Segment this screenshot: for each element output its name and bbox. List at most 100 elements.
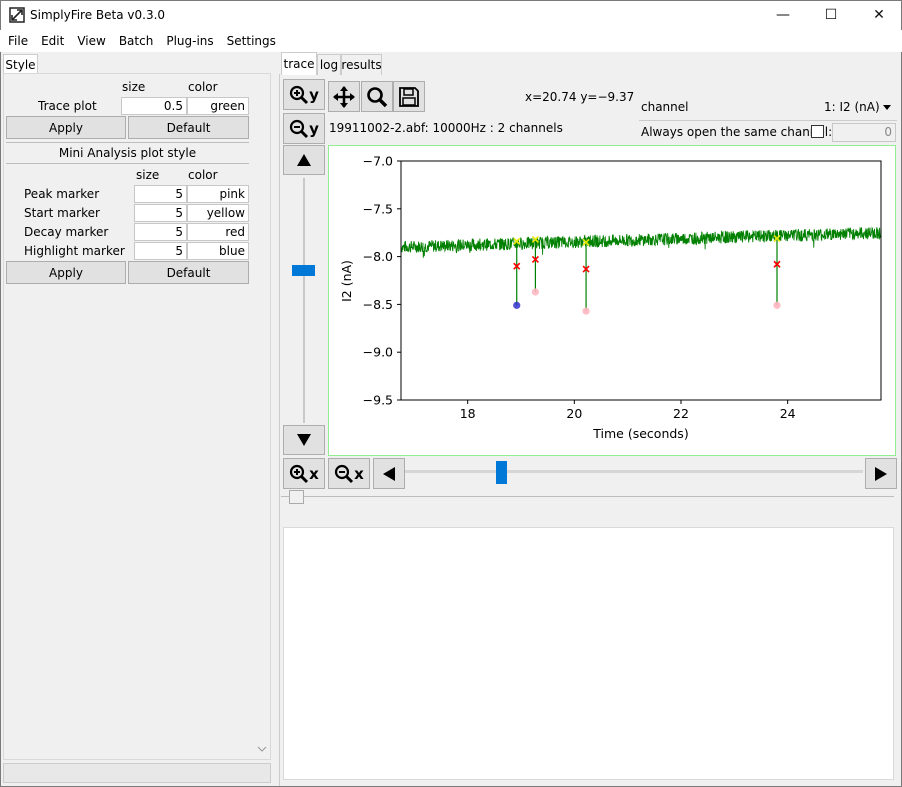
- zoom-in-icon: [290, 464, 309, 483]
- y-slider-handle[interactable]: [292, 265, 315, 276]
- scroll-down-button[interactable]: [283, 425, 325, 455]
- trace-line: [400, 226, 882, 258]
- highlight-marker: [513, 301, 521, 309]
- panel-splitter[interactable]: [281, 496, 894, 497]
- always-open-checkbox[interactable]: [811, 125, 824, 138]
- scroll-up-button[interactable]: [283, 145, 325, 175]
- app-icon: [9, 7, 25, 23]
- menu-bar: File Edit View Batch Plug-ins Settings: [0, 30, 902, 52]
- channel-label: channel: [641, 100, 689, 114]
- x-tick-label: 22: [673, 406, 689, 421]
- peak-size-field[interactable]: 5: [134, 185, 187, 203]
- start-color-field[interactable]: yellow: [187, 204, 249, 222]
- tab-log[interactable]: log: [317, 54, 341, 75]
- y-tick-label: −7.0: [363, 154, 393, 169]
- peak-color-field[interactable]: pink: [187, 185, 249, 203]
- maximize-button[interactable]: ☐: [808, 0, 854, 30]
- zoom-in-y-button[interactable]: y: [283, 79, 325, 110]
- tab-results[interactable]: results: [341, 54, 382, 75]
- scroll-left-button[interactable]: [373, 458, 405, 489]
- menu-file[interactable]: File: [8, 34, 28, 48]
- zoom-out-y-button[interactable]: y: [283, 113, 325, 144]
- close-icon: ✕: [873, 7, 885, 23]
- default-trace-button[interactable]: Default: [128, 116, 249, 139]
- plot-canvas[interactable]: 18 20 22 24 −7.0 −7.5 −8.0 −8.5 −9.0 −9.5 Time (…: [328, 145, 896, 456]
- channel-select[interactable]: 1: I2 (nA): [824, 100, 880, 114]
- file-info: 19911002-2.abf: 10000Hz : 2 channels: [329, 121, 563, 135]
- maximize-icon: ☐: [824, 7, 838, 23]
- decay-size-field[interactable]: 5: [134, 223, 187, 241]
- x-tick-label: 24: [780, 406, 796, 421]
- menu-batch[interactable]: Batch: [119, 34, 154, 48]
- save-icon: [399, 86, 419, 107]
- pan-button[interactable]: [328, 81, 360, 112]
- tab-style[interactable]: Style: [3, 54, 38, 74]
- menu-plugins[interactable]: Plug-ins: [166, 34, 213, 48]
- x-tick-label: 20: [566, 406, 582, 421]
- menu-edit[interactable]: Edit: [41, 34, 64, 48]
- window-title: SimplyFire Beta v0.3.0: [30, 8, 166, 22]
- menu-settings[interactable]: Settings: [227, 34, 276, 48]
- down-arrow-icon: [297, 434, 311, 446]
- y-tick-label: −8.5: [363, 297, 393, 312]
- default-mini-button[interactable]: Default: [128, 261, 249, 284]
- start-size-field[interactable]: 5: [134, 204, 187, 222]
- apply-mini-button[interactable]: Apply: [6, 261, 126, 284]
- trace-color-field[interactable]: green: [187, 97, 249, 115]
- left-scrollbar[interactable]: [254, 75, 270, 759]
- scroll-right-button[interactable]: [865, 458, 897, 489]
- decay-marker-label: Decay marker: [24, 225, 109, 239]
- divider: [639, 120, 897, 121]
- decay-color-field[interactable]: red: [187, 223, 249, 241]
- chevron-down-icon[interactable]: [883, 105, 891, 111]
- divider: [6, 163, 249, 164]
- zoom-in-icon: [290, 85, 309, 104]
- zoom-rect-button[interactable]: [361, 81, 393, 112]
- trace-plot-label: Trace plot: [38, 99, 97, 113]
- trace-chart[interactable]: 18 20 22 24 −7.0 −7.5 −8.0 −8.5 −9.0 −9.5 Time (…: [329, 146, 895, 455]
- close-window-button[interactable]: ✕: [856, 0, 902, 30]
- x-axis-label: Time (seconds): [592, 426, 688, 441]
- color-header: color: [188, 80, 218, 94]
- splitter-handle[interactable]: [289, 490, 304, 504]
- highlight-color-field[interactable]: blue: [187, 242, 249, 260]
- minimize-button[interactable]: —: [760, 0, 806, 30]
- plot-axes-box: [400, 160, 882, 401]
- up-arrow-icon: [297, 154, 311, 166]
- divider: [6, 142, 249, 143]
- start-marker-label: Start marker: [24, 206, 100, 220]
- menu-view[interactable]: View: [77, 34, 105, 48]
- x-slider-handle[interactable]: [496, 461, 507, 484]
- zoom-in-x-button[interactable]: x: [283, 458, 325, 489]
- color-header: color: [188, 168, 218, 182]
- size-header: size: [122, 80, 146, 94]
- minimize-icon: —: [776, 7, 790, 23]
- y-axis-label: y: [309, 85, 319, 104]
- highlight-marker-label: Highlight marker: [24, 244, 125, 258]
- y-tick-label: −9.0: [363, 345, 393, 360]
- channel-number-field[interactable]: 0: [832, 123, 896, 142]
- apply-trace-button[interactable]: Apply: [6, 116, 126, 139]
- zoom-out-x-button[interactable]: x: [328, 458, 370, 489]
- trace-size-field[interactable]: 0.5: [121, 97, 187, 115]
- peak-marker: [531, 288, 539, 296]
- y-axis-label: y: [309, 119, 319, 138]
- scroll-down-icon[interactable]: [257, 745, 267, 753]
- zoom-out-icon: [335, 464, 354, 483]
- y-axis-label: I2 (nA): [339, 260, 354, 302]
- output-area[interactable]: [283, 527, 894, 780]
- peak-marker: [773, 301, 781, 309]
- size-header: size: [136, 168, 160, 182]
- status-bar: [3, 763, 271, 783]
- y-tick-label: −7.5: [363, 201, 393, 216]
- peak-marker-label: Peak marker: [24, 187, 100, 201]
- zoom-out-icon: [290, 119, 309, 138]
- y-slider-track[interactable]: [303, 178, 305, 423]
- save-button[interactable]: [393, 81, 425, 112]
- highlight-size-field[interactable]: 5: [134, 242, 187, 260]
- x-slider-track[interactable]: [405, 470, 863, 473]
- cursor-coordinates: x=20.74 y=−9.37: [525, 90, 635, 104]
- move-icon: [333, 85, 355, 108]
- tab-trace[interactable]: trace: [281, 52, 317, 75]
- x-axis-label: x: [309, 464, 319, 483]
